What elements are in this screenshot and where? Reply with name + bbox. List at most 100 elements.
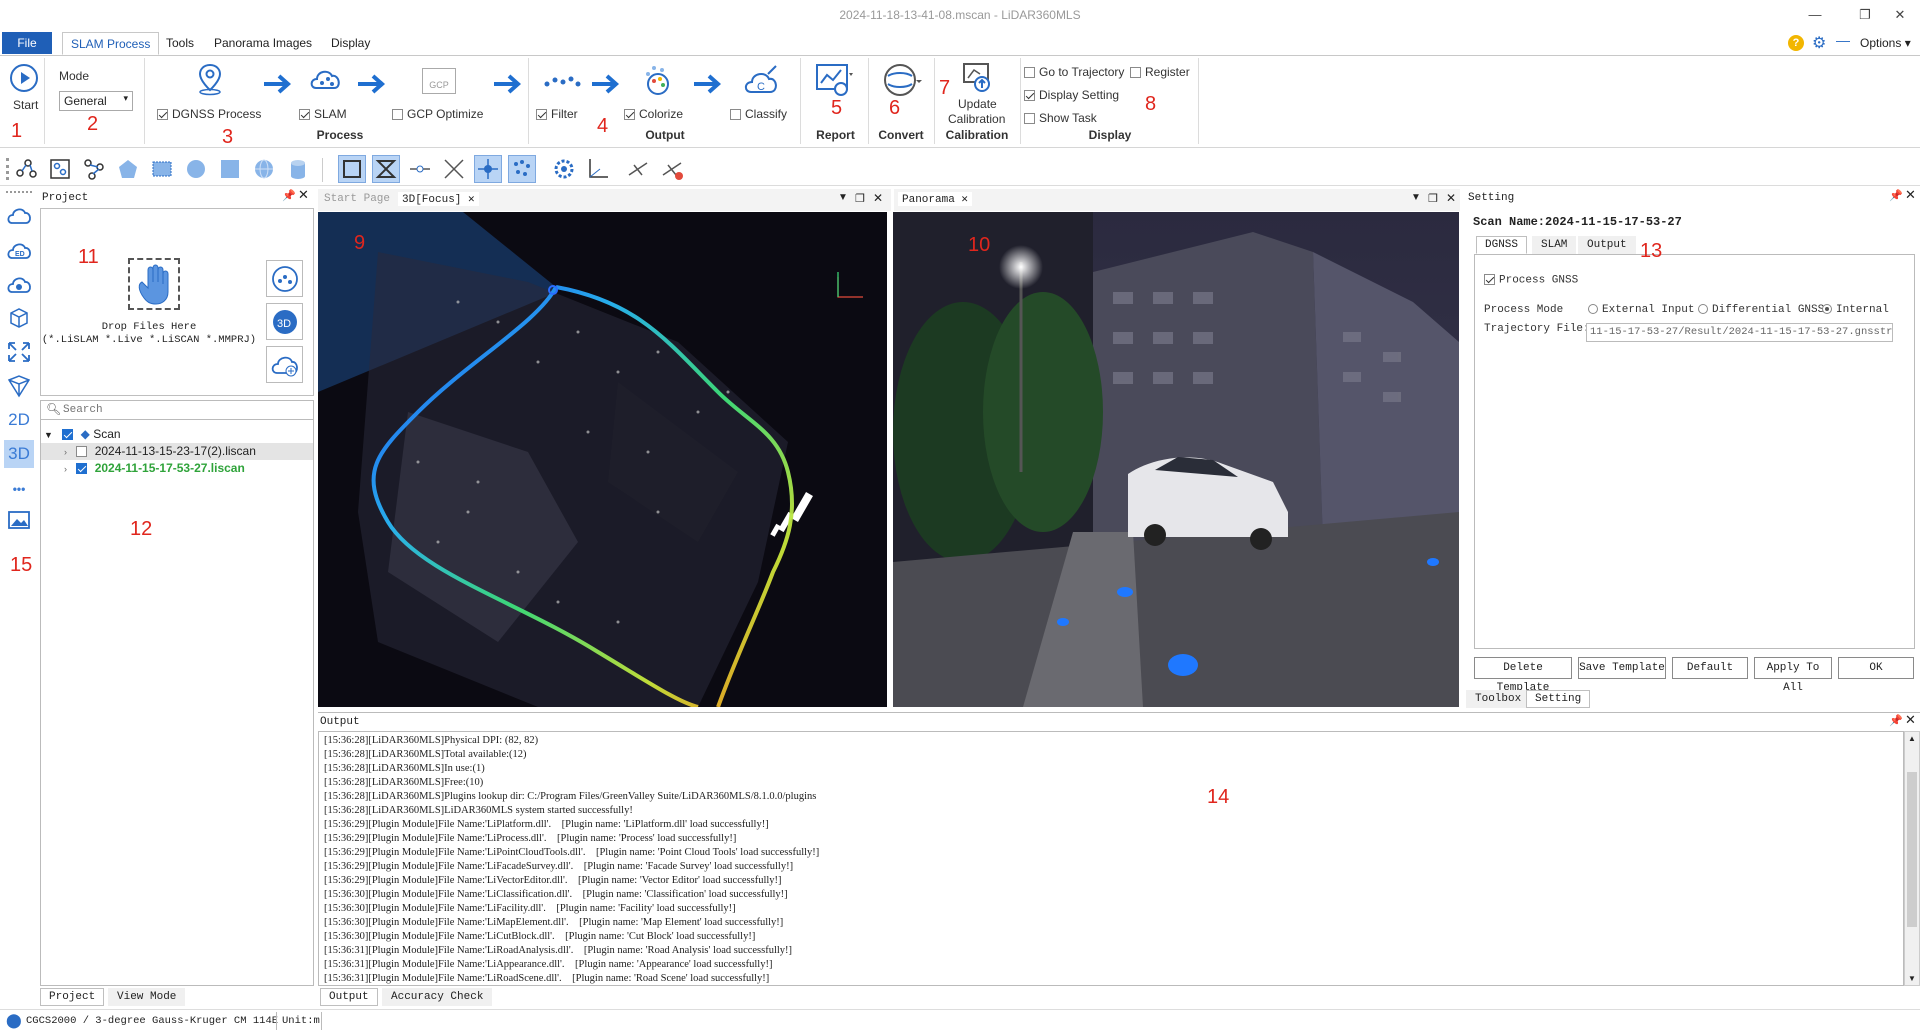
tab-accuracy-check[interactable]: Accuracy Check — [382, 988, 493, 1006]
gcp-checkbox[interactable]: GCP Optimize — [392, 107, 483, 121]
add-cloud-button[interactable] — [266, 346, 303, 383]
dropdown-icon[interactable]: ▼ — [838, 192, 848, 203]
gcp-check[interactable] — [392, 109, 403, 121]
colorize-palette-icon[interactable] — [640, 62, 674, 98]
radio-internal[interactable] — [1822, 304, 1832, 315]
close-window-button[interactable]: ✕ — [1885, 4, 1915, 26]
tab-panorama[interactable]: Panorama ✕ — [898, 192, 973, 206]
delete-line-icon[interactable] — [658, 155, 686, 183]
cloud-snap-icon[interactable] — [508, 155, 536, 183]
line-measure-icon[interactable] — [406, 155, 434, 183]
cross-measure-icon[interactable] — [440, 155, 468, 183]
tab-output-log[interactable]: Output — [320, 988, 378, 1006]
pin-icon[interactable]: 📌 — [1889, 189, 1903, 202]
radio-external[interactable] — [1588, 304, 1598, 315]
cloud-edit-icon[interactable]: ED — [4, 236, 34, 264]
process-gnss-check[interactable] — [1484, 274, 1495, 285]
save-template-button[interactable]: Save Template — [1578, 657, 1666, 679]
select-box-icon[interactable] — [46, 155, 74, 183]
slam-cloud-icon[interactable] — [308, 62, 344, 96]
output-log[interactable]: [15:36:28][LiDAR360MLS]Physical DPI: (82… — [318, 731, 1904, 986]
ok-button[interactable]: OK — [1838, 657, 1914, 679]
register-checkbox[interactable]: Register — [1130, 65, 1190, 79]
tab-panorama-images[interactable]: Panorama Images — [206, 32, 320, 55]
close-icon[interactable]: ✕ — [298, 187, 309, 203]
dgnss-checkbox[interactable]: DGNSS Process — [157, 107, 261, 121]
expand-icon[interactable] — [4, 338, 34, 366]
hourglass-view-icon[interactable] — [372, 155, 400, 183]
select-points-icon[interactable] — [12, 155, 40, 183]
view-3d-button[interactable]: 3D — [4, 440, 34, 468]
cloud-upload-icon[interactable] — [4, 201, 34, 229]
show-task-checkbox[interactable]: Show Task — [1024, 111, 1097, 125]
close-icon[interactable]: ✕ — [961, 194, 968, 206]
colorize-check[interactable] — [624, 109, 635, 121]
minimize-button[interactable]: — — [1800, 4, 1830, 26]
register-check[interactable] — [1130, 67, 1141, 79]
cube-view-icon[interactable] — [4, 304, 34, 332]
gear-icon[interactable]: ⚙ — [1812, 33, 1826, 53]
tab-tools[interactable]: Tools — [158, 32, 202, 55]
float-icon[interactable]: ❐ — [855, 192, 865, 205]
mode-select[interactable]: General ▾ — [59, 91, 133, 111]
go-to-trajectory-check[interactable] — [1024, 67, 1035, 79]
image-icon[interactable] — [4, 506, 34, 534]
scroll-up-icon[interactable]: ▲ — [1908, 734, 1916, 743]
tab-slam-process[interactable]: SLAM Process — [62, 32, 160, 55]
display-setting-check[interactable] — [1024, 90, 1035, 102]
dropdown-icon[interactable]: ▼ — [1411, 192, 1421, 203]
filter-checkbox[interactable]: Filter — [536, 107, 578, 121]
cylinder-select-icon[interactable] — [284, 155, 312, 183]
update-calibration-icon[interactable] — [960, 60, 994, 94]
pick-line-icon[interactable] — [624, 155, 652, 183]
pin-icon[interactable]: 📌 — [1889, 714, 1903, 727]
apply-to-all-button[interactable]: Apply To All — [1754, 657, 1832, 694]
tab-slam[interactable]: SLAM — [1532, 236, 1577, 254]
tab-view-mode[interactable]: View Mode — [108, 988, 186, 1006]
close-icon[interactable]: ✕ — [873, 191, 883, 205]
mode-external-input[interactable]: External Input — [1588, 304, 1694, 316]
slam-check[interactable] — [299, 109, 310, 121]
show-task-check[interactable] — [1024, 113, 1035, 125]
top-view-icon[interactable] — [338, 155, 366, 183]
start-button[interactable] — [10, 64, 38, 92]
select-graph-icon[interactable] — [80, 155, 108, 183]
dgnss-check[interactable] — [157, 109, 168, 121]
panorama-image[interactable] — [893, 212, 1459, 707]
options-menu[interactable]: Options ▾ — [1860, 36, 1911, 50]
scroll-thumb[interactable] — [1907, 772, 1917, 927]
search-box[interactable]: 🔍︎ — [40, 400, 314, 420]
open-cloud-button[interactable] — [266, 260, 303, 297]
pin-icon[interactable]: 📌 — [282, 189, 296, 202]
tab-setting[interactable]: Setting — [1526, 690, 1591, 708]
circle-select-icon[interactable] — [182, 155, 210, 183]
report-chart-icon[interactable] — [815, 63, 855, 97]
tab-start-page[interactable]: Start Page — [324, 193, 390, 205]
delete-template-button[interactable]: Delete Template — [1474, 657, 1572, 694]
close-icon[interactable]: ✕ — [1446, 191, 1456, 205]
tab-toolbox[interactable]: Toolbox — [1466, 690, 1531, 708]
more-button[interactable]: ••• — [4, 475, 34, 503]
convert-globe-icon[interactable] — [880, 62, 924, 100]
point-snap-icon[interactable] — [474, 155, 502, 183]
menu-file[interactable]: File — [2, 32, 52, 54]
mode-internal[interactable]: Internal — [1822, 304, 1889, 316]
gear-filter-icon[interactable] — [550, 155, 578, 183]
slam-checkbox[interactable]: SLAM — [299, 107, 347, 121]
tab-project[interactable]: Project — [40, 988, 105, 1006]
tab-dgnss[interactable]: DGNSS — [1476, 236, 1528, 254]
cloud-view-icon[interactable] — [4, 270, 34, 298]
point-cloud-3d-view[interactable] — [318, 212, 887, 707]
filter-dots-icon[interactable] — [542, 72, 582, 92]
tab-3d-focus[interactable]: 3D[Focus] ✕ — [398, 192, 479, 206]
minimize-ribbon-icon[interactable]: — — [1836, 32, 1850, 48]
trajectory-file-field[interactable]: 11-15-17-53-27/Result/2024-11-15-17-53-2… — [1586, 323, 1893, 342]
filter-check[interactable] — [536, 109, 547, 121]
close-icon[interactable]: ✕ — [1905, 712, 1916, 728]
go-to-trajectory-checkbox[interactable]: Go to Trajectory — [1024, 65, 1124, 79]
pentagon-icon[interactable] — [114, 155, 142, 183]
classify-check[interactable] — [730, 109, 741, 121]
mode-differential-gnss[interactable]: Differential GNSS — [1698, 304, 1824, 316]
sphere-select-icon[interactable] — [250, 155, 278, 183]
search-input[interactable] — [63, 402, 303, 418]
